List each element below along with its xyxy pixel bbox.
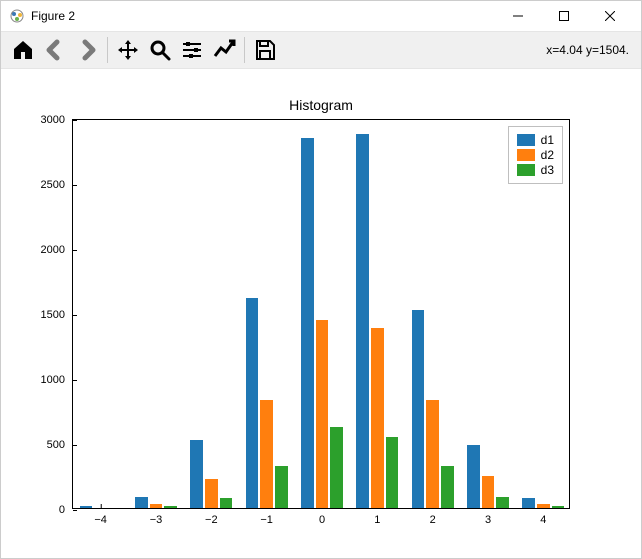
home-icon xyxy=(11,38,35,62)
bar-d1 xyxy=(246,298,259,507)
subplots-icon xyxy=(180,38,204,62)
bar-d2 xyxy=(371,328,384,507)
title-bar: Figure 2 xyxy=(1,1,641,31)
close-button[interactable] xyxy=(587,1,633,31)
save-button[interactable] xyxy=(249,34,281,66)
legend-swatch xyxy=(517,134,535,146)
forward-icon xyxy=(75,38,99,62)
x-tick: 0 xyxy=(319,508,325,526)
y-tick: 2000 xyxy=(33,244,73,256)
legend-item: d1 xyxy=(517,133,554,147)
bar-d2 xyxy=(205,479,218,508)
figure-window: Figure 2 xyxy=(0,0,642,559)
y-tick: 2500 xyxy=(33,179,73,191)
bar-d3 xyxy=(552,506,565,507)
x-tick: 4 xyxy=(540,508,546,526)
y-tick: 3000 xyxy=(33,114,73,126)
y-tick: 500 xyxy=(33,439,73,451)
legend: d1d2d3 xyxy=(508,126,563,184)
bar-d1 xyxy=(356,134,369,507)
window-title: Figure 2 xyxy=(31,9,75,23)
bar-d3 xyxy=(441,466,454,508)
bar-d1 xyxy=(135,497,148,507)
toolbar-separator xyxy=(107,37,108,63)
x-tick: 2 xyxy=(430,508,436,526)
bar-d2 xyxy=(537,504,550,508)
legend-item: d3 xyxy=(517,163,554,177)
x-tick: 1 xyxy=(374,508,380,526)
zoom-button[interactable] xyxy=(144,34,176,66)
maximize-button[interactable] xyxy=(541,1,587,31)
back-icon xyxy=(43,38,67,62)
configure-subplots-button[interactable] xyxy=(176,34,208,66)
bar-d2 xyxy=(260,400,273,508)
bar-d3 xyxy=(386,437,399,507)
pan-icon xyxy=(116,38,140,62)
y-tick: 1000 xyxy=(33,374,73,386)
save-icon xyxy=(253,38,277,62)
legend-item: d2 xyxy=(517,148,554,162)
x-tick: −2 xyxy=(205,508,218,526)
zoom-icon xyxy=(148,38,172,62)
x-tick: −4 xyxy=(94,508,107,526)
back-button[interactable] xyxy=(39,34,71,66)
chart-title: Histogram xyxy=(72,97,570,113)
cursor-coordinates: x=4.04 y=1504. xyxy=(546,43,635,57)
bar-d1 xyxy=(467,445,480,507)
home-button[interactable] xyxy=(7,34,39,66)
chart-axes: 050010001500200025003000−4−3−2−101234d1d… xyxy=(72,119,570,509)
bar-d1 xyxy=(412,310,425,508)
bar-d2 xyxy=(426,400,439,508)
app-icon xyxy=(9,8,25,24)
bar-d1 xyxy=(301,138,314,507)
pan-button[interactable] xyxy=(112,34,144,66)
axes-icon xyxy=(212,38,236,62)
legend-swatch xyxy=(517,164,535,176)
y-tick: 1500 xyxy=(33,309,73,321)
bar-d3 xyxy=(330,427,343,508)
bar-d2 xyxy=(482,476,495,507)
bar-d1 xyxy=(522,498,535,507)
bar-d3 xyxy=(220,498,233,507)
legend-label: d3 xyxy=(541,163,554,177)
legend-swatch xyxy=(517,149,535,161)
x-tick: −1 xyxy=(260,508,273,526)
y-tick: 0 xyxy=(33,504,73,516)
bar-d1 xyxy=(80,506,93,507)
bar-d3 xyxy=(496,497,509,507)
x-tick: 3 xyxy=(485,508,491,526)
bar-d2 xyxy=(316,320,329,507)
histogram-chart: Histogram 050010001500200025003000−4−3−2… xyxy=(72,119,570,509)
toolbar-separator xyxy=(244,37,245,63)
minimize-button[interactable] xyxy=(495,1,541,31)
forward-button[interactable] xyxy=(71,34,103,66)
x-tick: −3 xyxy=(150,508,163,526)
edit-axes-button[interactable] xyxy=(208,34,240,66)
matplotlib-toolbar: x=4.04 y=1504. xyxy=(1,31,641,69)
plot-canvas[interactable]: Histogram 050010001500200025003000−4−3−2… xyxy=(1,69,641,558)
legend-label: d2 xyxy=(541,148,554,162)
bar-d3 xyxy=(164,506,177,508)
bar-d1 xyxy=(190,440,203,508)
bar-d3 xyxy=(275,466,288,508)
legend-label: d1 xyxy=(541,133,554,147)
bar-d2 xyxy=(150,504,163,508)
